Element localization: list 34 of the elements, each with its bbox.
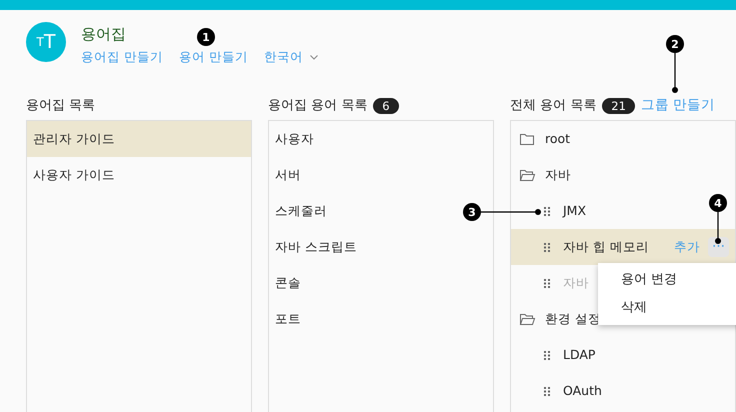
glossary-item[interactable]: 사용자 가이드 <box>33 166 115 184</box>
term-item[interactable]: 스케줄러 <box>275 202 327 220</box>
term-label[interactable]: LDAP <box>563 346 596 364</box>
caret-icon <box>310 54 318 60</box>
avatar: TT <box>26 22 66 62</box>
glossary-item[interactable]: 관리자 가이드 <box>33 130 115 148</box>
term-label[interactable]: JMX <box>563 202 586 220</box>
term-item[interactable]: 서버 <box>275 166 301 184</box>
page-title: 용어집 <box>81 24 126 44</box>
term-item[interactable]: 콘솔 <box>275 274 301 292</box>
drag-handle-icon <box>544 350 550 360</box>
menu-item[interactable]: 삭제 <box>598 294 736 322</box>
drag-handle-icon <box>544 242 550 252</box>
count-badge: 6 <box>373 98 399 114</box>
drag-handle-icon <box>544 206 550 216</box>
callout-number: 2 <box>666 35 684 53</box>
term-item[interactable]: 자바 스크립트 <box>275 238 357 256</box>
leader-line <box>715 209 721 244</box>
leader-line <box>478 209 541 215</box>
column-heading: 용어집 용어 목록 <box>268 96 368 115</box>
column-heading: 전체 용어 목록 <box>510 96 596 115</box>
column-heading: 용어집 목록 <box>26 96 96 115</box>
drag-handle-icon <box>544 386 550 396</box>
menu-item[interactable]: 용어 변경 <box>598 266 736 294</box>
term-item[interactable]: 사용자 <box>275 130 314 148</box>
folder-label[interactable]: 자바 <box>545 166 571 184</box>
callout-number: 1 <box>197 28 215 46</box>
drag-handle-icon <box>544 278 550 288</box>
count-badge: 21 <box>602 98 635 114</box>
term-item[interactable]: 포트 <box>275 310 301 328</box>
term-label[interactable]: 자바 힙 메모리 <box>563 238 649 256</box>
folder-label[interactable]: root <box>545 130 570 148</box>
term-label[interactable]: OAuth <box>563 382 602 400</box>
leader-line <box>672 50 678 93</box>
